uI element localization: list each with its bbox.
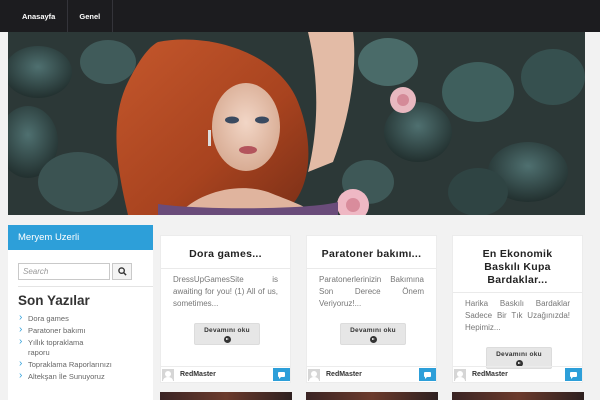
- post-title[interactable]: Dora games...: [167, 248, 284, 261]
- post-author[interactable]: RedMaster: [180, 371, 216, 378]
- arrow-right-icon: [223, 336, 231, 343]
- hero-image: [8, 32, 585, 215]
- comment-icon: [570, 372, 577, 379]
- post-author[interactable]: RedMaster: [326, 371, 362, 378]
- nav-item-general[interactable]: Genel: [68, 0, 114, 32]
- post-title-divider: [307, 268, 436, 269]
- post-footer: RedMaster: [453, 366, 582, 382]
- post-excerpt: DressUpGamesSite is awaiting for you! (1…: [173, 275, 278, 308]
- read-more-label: Devamını oku: [496, 351, 542, 358]
- recent-post-item[interactable]: Topraklama Raporlarınızı: [18, 359, 153, 370]
- post-title-divider: [161, 268, 290, 269]
- sidebar: Meryem Uzerli Son Yazılar Dora games Par…: [8, 225, 153, 400]
- sidebar-widget-title: Meryem Uzerli: [8, 225, 153, 250]
- recent-post-item[interactable]: Dora games: [18, 313, 78, 324]
- post-thumbnail[interactable]: [452, 392, 584, 400]
- comments-button[interactable]: [419, 368, 436, 381]
- recent-post-item[interactable]: Paratoner bakımı: [18, 325, 88, 336]
- read-more-button[interactable]: Devamını oku: [194, 323, 260, 345]
- post-footer: RedMaster: [161, 366, 290, 382]
- read-more-label: Devamını oku: [204, 327, 250, 334]
- arrow-right-icon: [369, 336, 377, 343]
- post-card: Dora games... DressUpGamesSite is awaiti…: [160, 235, 291, 383]
- post-title[interactable]: En Ekonomik Baskılı Kupa Bardaklar...: [467, 248, 568, 287]
- recent-post-link[interactable]: Topraklama Raporlarınızı: [28, 360, 153, 370]
- comments-button[interactable]: [273, 368, 290, 381]
- top-navigation: Anasayfa Genel: [0, 0, 600, 32]
- post-card: En Ekonomik Baskılı Kupa Bardaklar... Ha…: [452, 235, 583, 383]
- author-avatar: [308, 368, 320, 381]
- author-avatar: [162, 368, 174, 381]
- recent-post-item[interactable]: Altekşan İle Sunuyoruz: [18, 371, 153, 382]
- search-button[interactable]: [112, 263, 132, 280]
- post-excerpt: Paratonerlerinizin Bakımına Son Derece Ö…: [319, 275, 424, 308]
- recent-post-item[interactable]: Yıllık topraklama raporu: [18, 337, 88, 358]
- post-footer: RedMaster: [307, 366, 436, 382]
- author-avatar: [454, 368, 466, 381]
- recent-post-link[interactable]: Paratoner bakımı: [28, 326, 88, 336]
- comment-icon: [424, 372, 431, 379]
- comment-icon: [278, 372, 285, 379]
- recent-post-link[interactable]: Yıllık topraklama raporu: [28, 338, 88, 358]
- post-title-divider: [453, 292, 582, 293]
- search-input[interactable]: [18, 263, 110, 280]
- sidebar-divider: [18, 286, 153, 287]
- recent-post-link[interactable]: Dora games: [28, 314, 78, 324]
- read-more-button[interactable]: Devamını oku: [340, 323, 406, 345]
- search-form: [18, 263, 132, 280]
- recent-posts-list: Dora games Paratoner bakımı Yıllık topra…: [18, 313, 153, 384]
- post-card: Paratoner bakımı... Paratonerlerinizin B…: [306, 235, 437, 383]
- search-icon: [117, 267, 127, 276]
- nav-item-home[interactable]: Anasayfa: [0, 0, 69, 32]
- recent-posts-heading: Son Yazılar: [18, 293, 90, 308]
- post-excerpt: Harika Baskılı Bardaklar Sadece Bir Tık …: [465, 299, 570, 332]
- recent-post-link[interactable]: Altekşan İle Sunuyoruz: [28, 372, 153, 382]
- hero-banner: [8, 32, 585, 215]
- post-thumbnail[interactable]: [306, 392, 438, 400]
- comments-button[interactable]: [565, 368, 582, 381]
- read-more-label: Devamını oku: [350, 327, 396, 334]
- post-title[interactable]: Paratoner bakımı...: [313, 248, 430, 261]
- post-thumbnail[interactable]: [160, 392, 292, 400]
- post-author[interactable]: RedMaster: [472, 371, 508, 378]
